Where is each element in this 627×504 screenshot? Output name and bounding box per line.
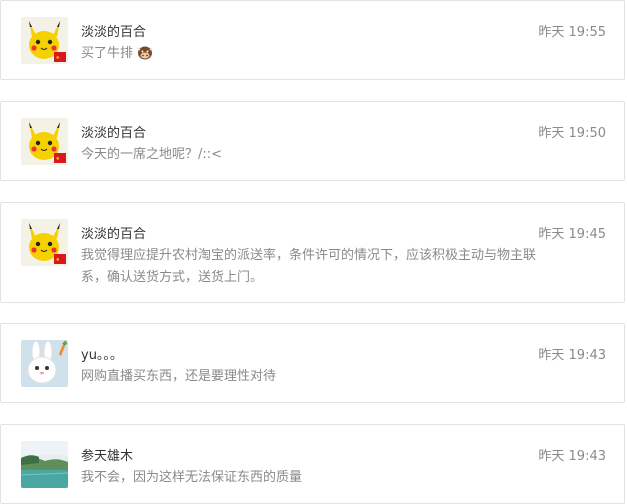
user-name[interactable]: 参天雄木	[81, 445, 133, 464]
avatar[interactable]	[21, 441, 68, 488]
pikachu-avatar-icon: ★	[21, 219, 68, 266]
comment-text-content: 买了牛排	[81, 46, 134, 61]
pikachu-avatar-icon: ★	[21, 17, 68, 64]
timestamp: 昨天 19:43	[538, 449, 606, 464]
timestamp: 昨天 19:43	[538, 348, 606, 363]
comment-text: 买了牛排	[81, 43, 551, 65]
comment-card: ★ 淡淡的百合 昨天 19:45 我觉得理应提升农村淘宝的派送率，条件许可的情况…	[0, 202, 625, 303]
avatar[interactable]: ★	[21, 118, 68, 165]
avatar[interactable]: ★	[21, 17, 68, 64]
timestamp: 昨天 19:45	[538, 227, 606, 242]
timestamp: 昨天 19:50	[538, 126, 606, 141]
svg-text:★: ★	[56, 55, 61, 61]
comment-card: ★ 淡淡的百合 昨天 19:50 今天的一席之地呢？/::<	[0, 101, 625, 181]
svg-text:★: ★	[56, 257, 61, 263]
comment-text: 我不会，因为这样无法保证东西的质量	[81, 470, 303, 485]
avatar[interactable]: ★	[21, 219, 68, 266]
comment-card: ★ 淡淡的百合 昨天 19:55 买了牛排	[0, 0, 625, 80]
cow-icon	[137, 46, 153, 60]
comment-card: 参天雄木 昨天 19:43 我不会，因为这样无法保证东西的质量	[0, 424, 625, 504]
user-name[interactable]: yu。。。	[81, 344, 123, 363]
user-name[interactable]: 淡淡的百合	[81, 21, 146, 40]
svg-text:★: ★	[56, 156, 61, 162]
comment-text: 网购直播买东西，还是要理性对待	[81, 369, 277, 384]
timestamp: 昨天 19:55	[538, 25, 606, 40]
comment-text: 今天的一席之地呢？/::<	[81, 147, 223, 162]
avatar[interactable]	[21, 340, 68, 387]
lake-landscape-avatar-icon	[21, 441, 68, 488]
comment-card: yu。。。 昨天 19:43 网购直播买东西，还是要理性对待	[0, 323, 625, 403]
rabbit-avatar-icon	[21, 340, 68, 387]
user-name[interactable]: 淡淡的百合	[81, 122, 146, 141]
pikachu-avatar-icon: ★	[21, 118, 68, 165]
user-name[interactable]: 淡淡的百合	[81, 223, 146, 242]
comment-text: 我觉得理应提升农村淘宝的派送率，条件许可的情况下，应该积极主动与物主联系，确认送…	[81, 248, 537, 285]
